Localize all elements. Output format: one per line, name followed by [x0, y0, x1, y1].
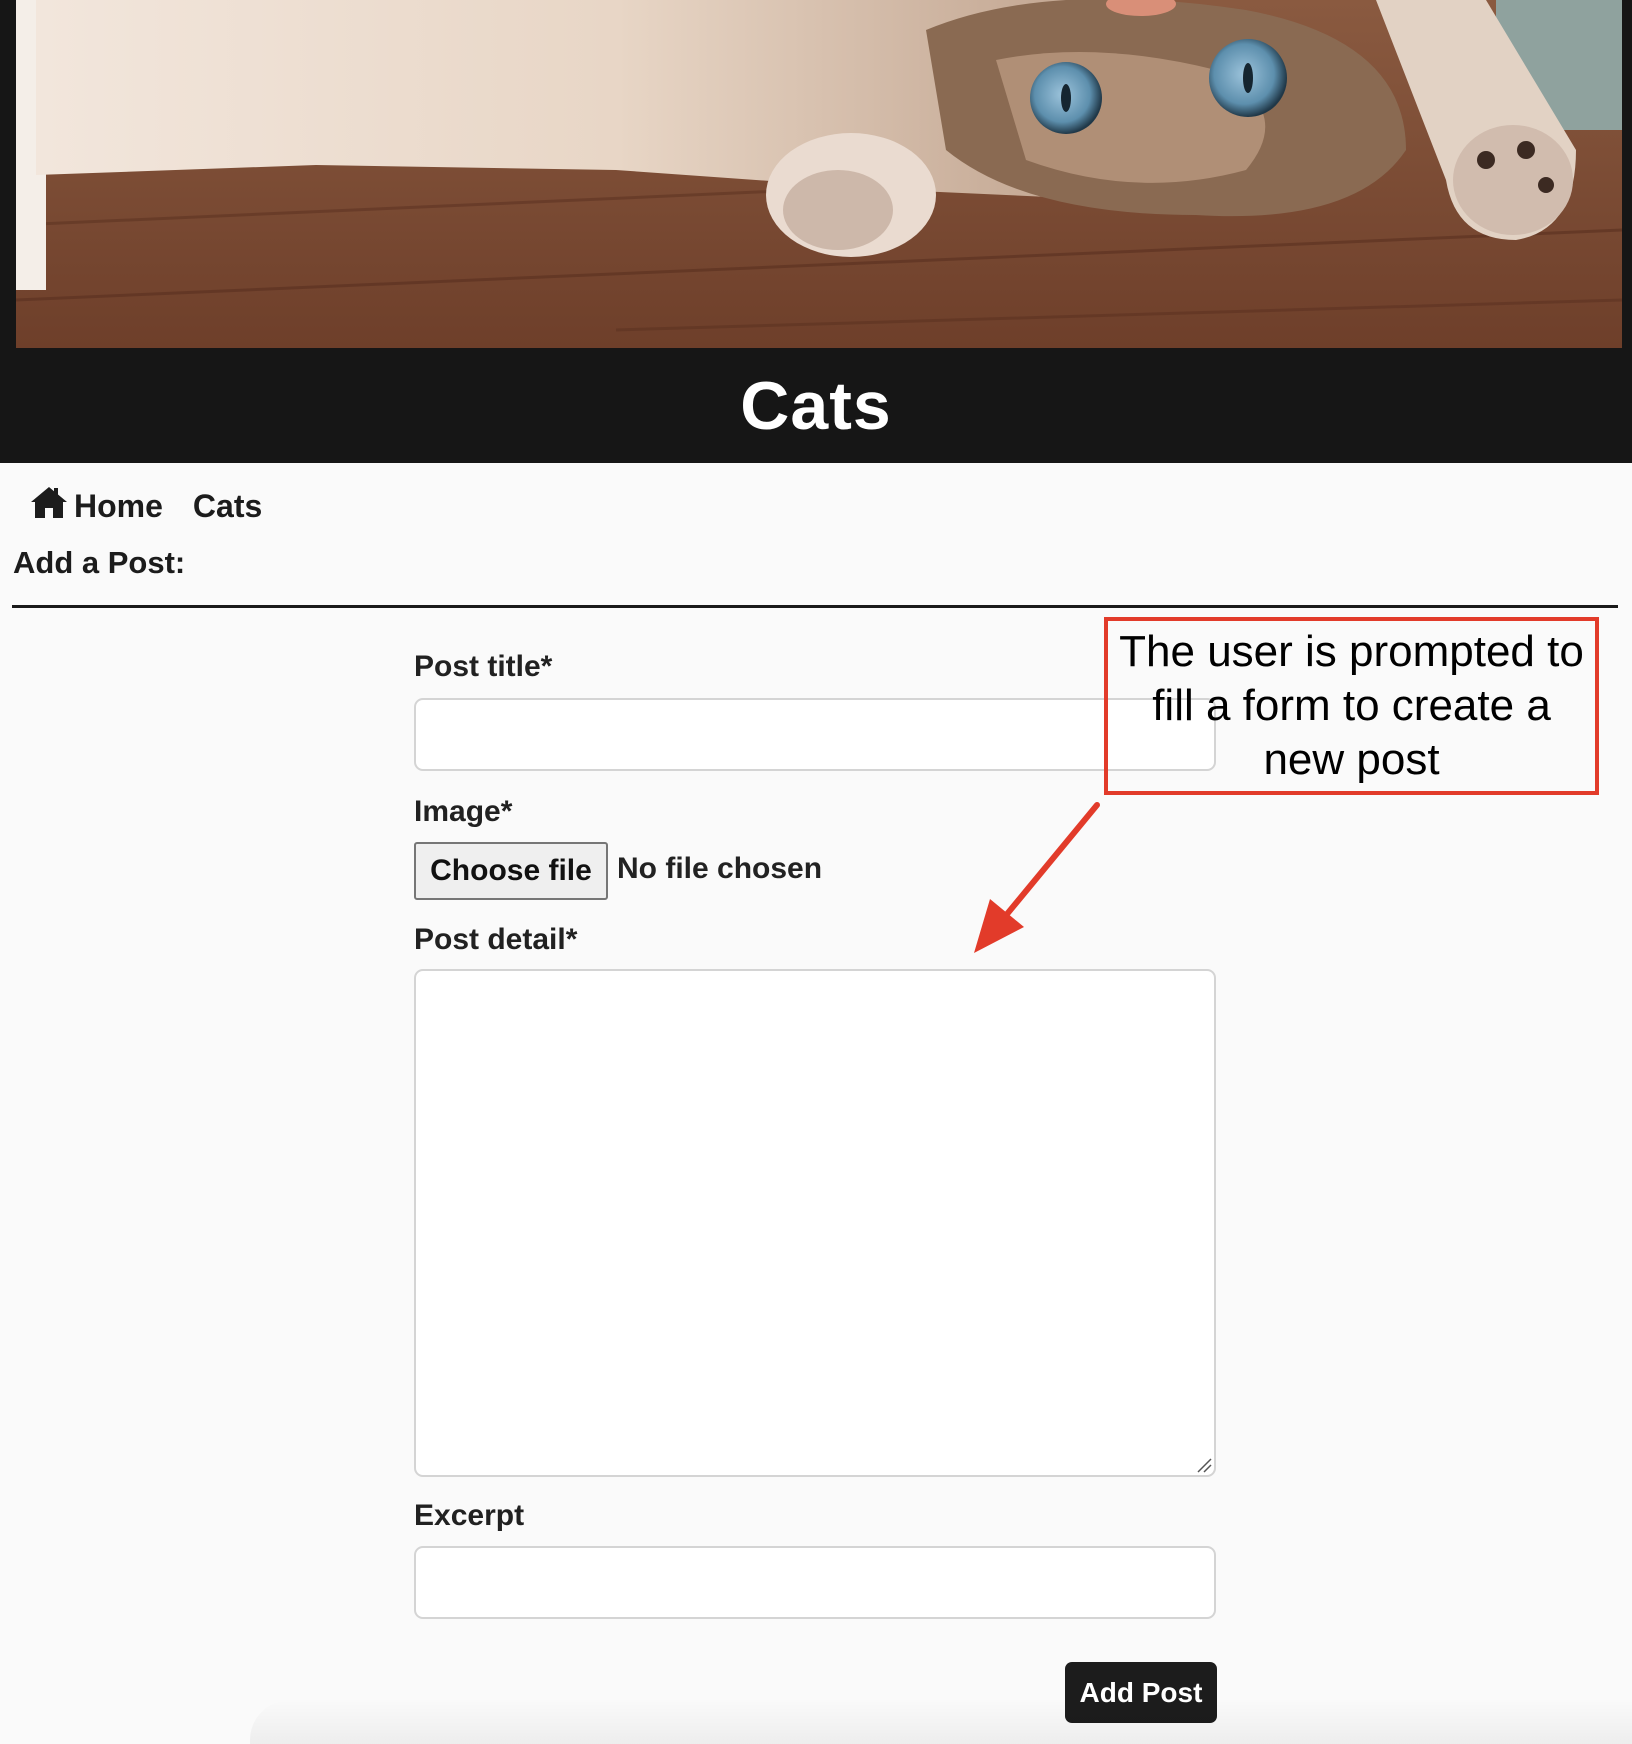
file-status-text: No file chosen — [617, 852, 823, 885]
breadcrumb-nav: Home Cats — [30, 478, 262, 534]
home-icon — [30, 485, 68, 527]
excerpt-label: Excerpt — [414, 1499, 525, 1532]
cat-hero-illustration — [16, 0, 1622, 348]
post-title-input[interactable] — [414, 698, 1216, 771]
annotation-text: The user is prompted to fill a form to c… — [1119, 627, 1584, 784]
page-heading: Add a Post: — [13, 545, 186, 580]
resize-grip-icon[interactable] — [1196, 1457, 1212, 1473]
bottom-shadow — [250, 1700, 1632, 1744]
post-detail-textarea[interactable] — [414, 969, 1216, 1477]
image-label: Image* — [414, 795, 513, 828]
excerpt-input[interactable] — [414, 1546, 1216, 1619]
annotation-arrow-icon — [974, 802, 1100, 953]
choose-file-button[interactable]: Choose file — [414, 842, 608, 900]
site-title: Cats — [740, 367, 892, 444]
nav-home-link[interactable]: Home — [30, 485, 163, 527]
hero-image — [16, 0, 1622, 348]
annotation-callout: The user is prompted to fill a form to c… — [1104, 617, 1599, 795]
post-detail-label: Post detail* — [414, 923, 578, 956]
nav-cats-link[interactable]: Cats — [193, 488, 262, 525]
nav-home-label: Home — [74, 487, 163, 524]
post-title-label: Post title* — [414, 650, 553, 683]
section-divider — [12, 605, 1618, 608]
site-header: Cats — [0, 0, 1632, 463]
